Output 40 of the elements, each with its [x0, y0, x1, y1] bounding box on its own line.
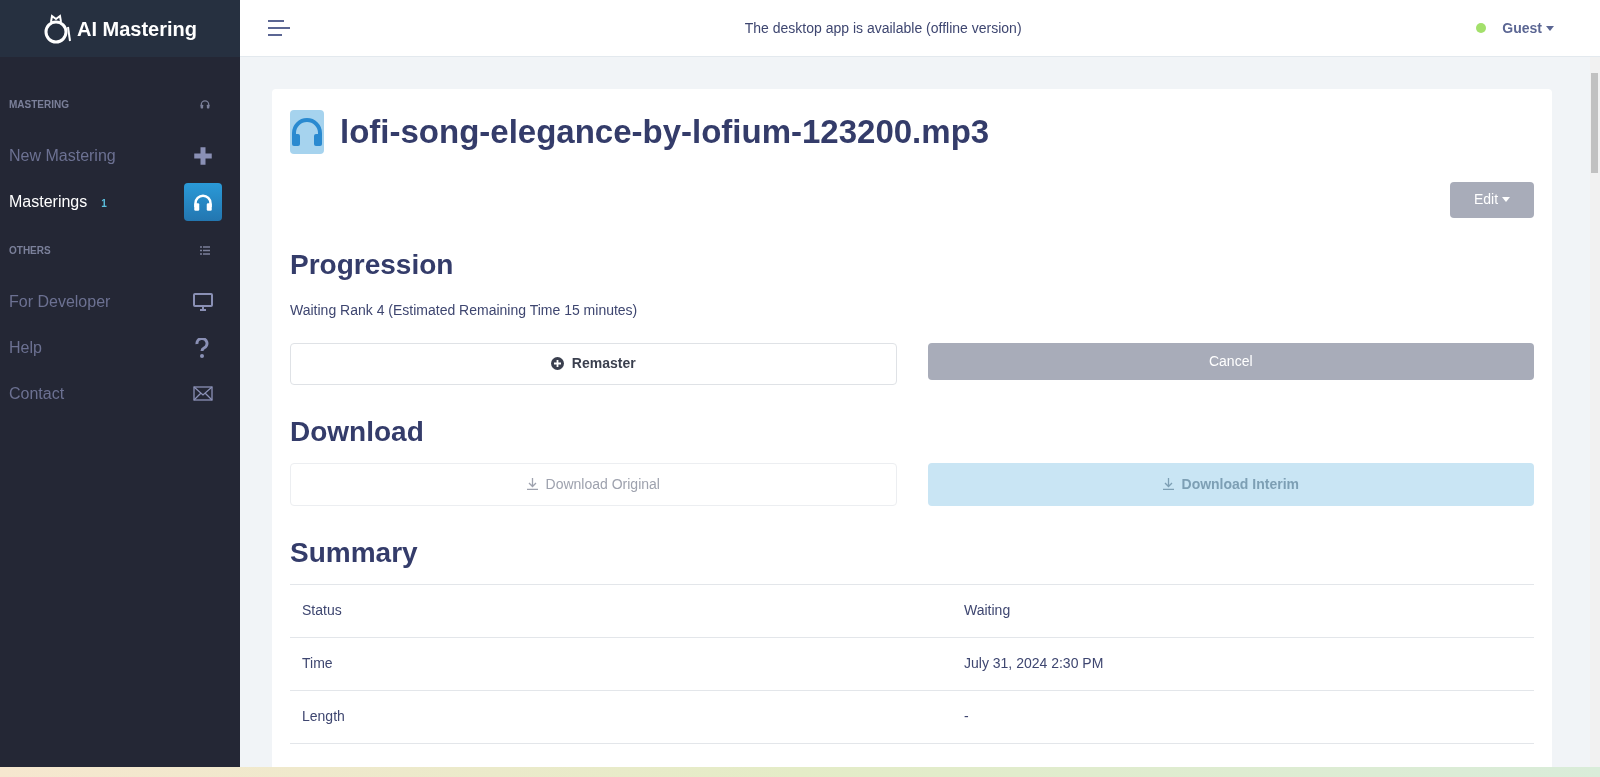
cancel-button[interactable]: Cancel — [927, 342, 1534, 380]
headphones-icon — [200, 99, 210, 109]
section-label: MASTERING — [9, 97, 69, 112]
table-cell-text: Length — [301, 707, 346, 726]
section-label: OTHERS — [9, 243, 51, 258]
progress-status: Waiting Rank 4 (Estimated Remaining Time 15 minutes) — [290, 300, 639, 320]
nav-item[interactable]: Masterings 1 — [0, 179, 240, 225]
table-cell-text: Status — [301, 601, 343, 620]
section-heading: Summary — [290, 535, 419, 570]
monitor-icon — [193, 292, 213, 312]
download-icon — [526, 478, 538, 490]
section-heading: Download — [290, 414, 425, 449]
desktop-app-notice: The desktop app is available (offline version) — [743, 18, 1023, 38]
file-icon — [290, 109, 324, 154]
file-title: lofi-song-elegance-by-lofium-123200.mp3 — [340, 112, 990, 152]
download-icon — [1162, 478, 1174, 490]
table-cell-text: Waiting — [964, 601, 1012, 620]
list-icon — [200, 245, 210, 255]
remaster-button[interactable]: Remaster — [290, 342, 897, 385]
nav-item[interactable]: Contact — [0, 371, 240, 417]
plus-icon — [193, 146, 213, 166]
scrollbar-thumb[interactable] — [1591, 73, 1598, 173]
nav-item[interactable]: For Developer — [0, 279, 240, 325]
user-menu[interactable]: Guest — [1502, 17, 1554, 39]
caret-icon — [1546, 25, 1554, 31]
menu-icon[interactable] — [268, 20, 290, 36]
table-cell-text: Time — [301, 654, 334, 673]
envelope-icon — [193, 384, 213, 404]
nav-item[interactable]: New Mastering — [0, 133, 240, 179]
edit-button[interactable]: Edit — [1450, 181, 1534, 218]
table-cell-text: July 31, 2024 2:30 PM — [964, 654, 1105, 673]
logo-icon — [43, 12, 73, 45]
section-heading: Progression — [290, 247, 455, 282]
table-cell-text: - — [964, 707, 970, 726]
nav-item[interactable]: Help — [0, 325, 240, 371]
count-label: 1 — [101, 197, 107, 211]
caret-icon — [1502, 197, 1511, 202]
plus-circle-icon — [550, 357, 564, 370]
headphones-icon — [184, 183, 222, 221]
brand-name: AI Mastering — [77, 16, 197, 42]
